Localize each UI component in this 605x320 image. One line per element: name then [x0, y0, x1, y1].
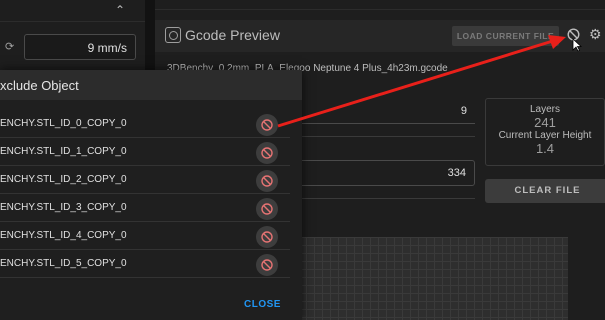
gcode-preview-header: Gcode Preview LOAD CURRENT FILE ⚙	[155, 20, 605, 52]
camera-rotate-icon	[165, 27, 181, 43]
load-current-file-button[interactable]: LOAD CURRENT FILE	[452, 26, 559, 46]
list-item: ENCHY.STL_ID_3_COPY_0	[0, 194, 290, 222]
exclude-object-button[interactable]	[256, 198, 278, 220]
object-name: ENCHY.STL_ID_2_COPY_0	[0, 174, 127, 185]
divider	[297, 198, 475, 199]
list-item: ENCHY.STL_ID_5_COPY_0	[0, 250, 290, 278]
left-panel-header: ⌃	[0, 0, 145, 22]
object-name: ENCHY.STL_ID_0_COPY_0	[0, 118, 127, 129]
list-item: ENCHY.STL_ID_4_COPY_0	[0, 222, 290, 250]
list-item: ENCHY.STL_ID_1_COPY_0	[0, 138, 290, 166]
layers-info-card: Layers 241 Current Layer Height 1.4	[485, 98, 605, 166]
exclude-object-button[interactable]	[256, 170, 278, 192]
object-name: ENCHY.STL_ID_1_COPY_0	[0, 146, 127, 157]
layers-label: Layers	[529, 104, 560, 115]
clear-file-button[interactable]: CLEAR FILE	[485, 179, 605, 203]
no-entry-icon	[261, 203, 273, 215]
exclude-object-button[interactable]	[256, 114, 278, 136]
exclude-object-button[interactable]	[256, 142, 278, 164]
divider	[297, 136, 475, 137]
exclude-object-button[interactable]	[256, 226, 278, 248]
panel-top-strip	[155, 0, 605, 10]
gcode-preview-canvas[interactable]	[290, 237, 568, 320]
no-entry-icon	[261, 259, 273, 271]
exclude-object-dialog: xclude Object ENCHY.STL_ID_0_COPY_0 ENCH…	[0, 70, 302, 320]
layers-value: 241	[534, 115, 556, 130]
gear-icon[interactable]: ⚙	[589, 26, 605, 42]
layer-input[interactable]: 9	[297, 97, 475, 124]
object-name: ENCHY.STL_ID_4_COPY_0	[0, 230, 127, 241]
current-layer-height-label: Current Layer Height	[498, 130, 592, 141]
panel-title: Gcode Preview	[185, 27, 280, 43]
progress-input[interactable]: 334	[297, 160, 475, 186]
current-layer-height-value: 1.4	[535, 141, 555, 156]
dialog-header: xclude Object	[0, 70, 302, 100]
no-entry-icon	[261, 147, 273, 159]
list-item: ENCHY.STL_ID_2_COPY_0	[0, 166, 290, 194]
exclude-object-button[interactable]	[256, 254, 278, 276]
no-entry-icon	[261, 231, 273, 243]
dialog-title: xclude Object	[0, 78, 79, 93]
speed-input[interactable]: 9 mm/s	[24, 34, 136, 60]
object-name: ENCHY.STL_ID_3_COPY_0	[0, 202, 127, 213]
no-entry-icon	[261, 175, 273, 187]
object-name: ENCHY.STL_ID_5_COPY_0	[0, 258, 127, 269]
no-entry-icon	[261, 119, 273, 131]
close-button[interactable]: CLOSE	[244, 299, 281, 310]
list-item: ENCHY.STL_ID_0_COPY_0	[0, 110, 290, 138]
mouse-cursor-icon	[572, 38, 582, 52]
refresh-icon[interactable]: ⟳	[5, 40, 14, 53]
chevron-up-icon[interactable]: ⌃	[115, 3, 125, 17]
